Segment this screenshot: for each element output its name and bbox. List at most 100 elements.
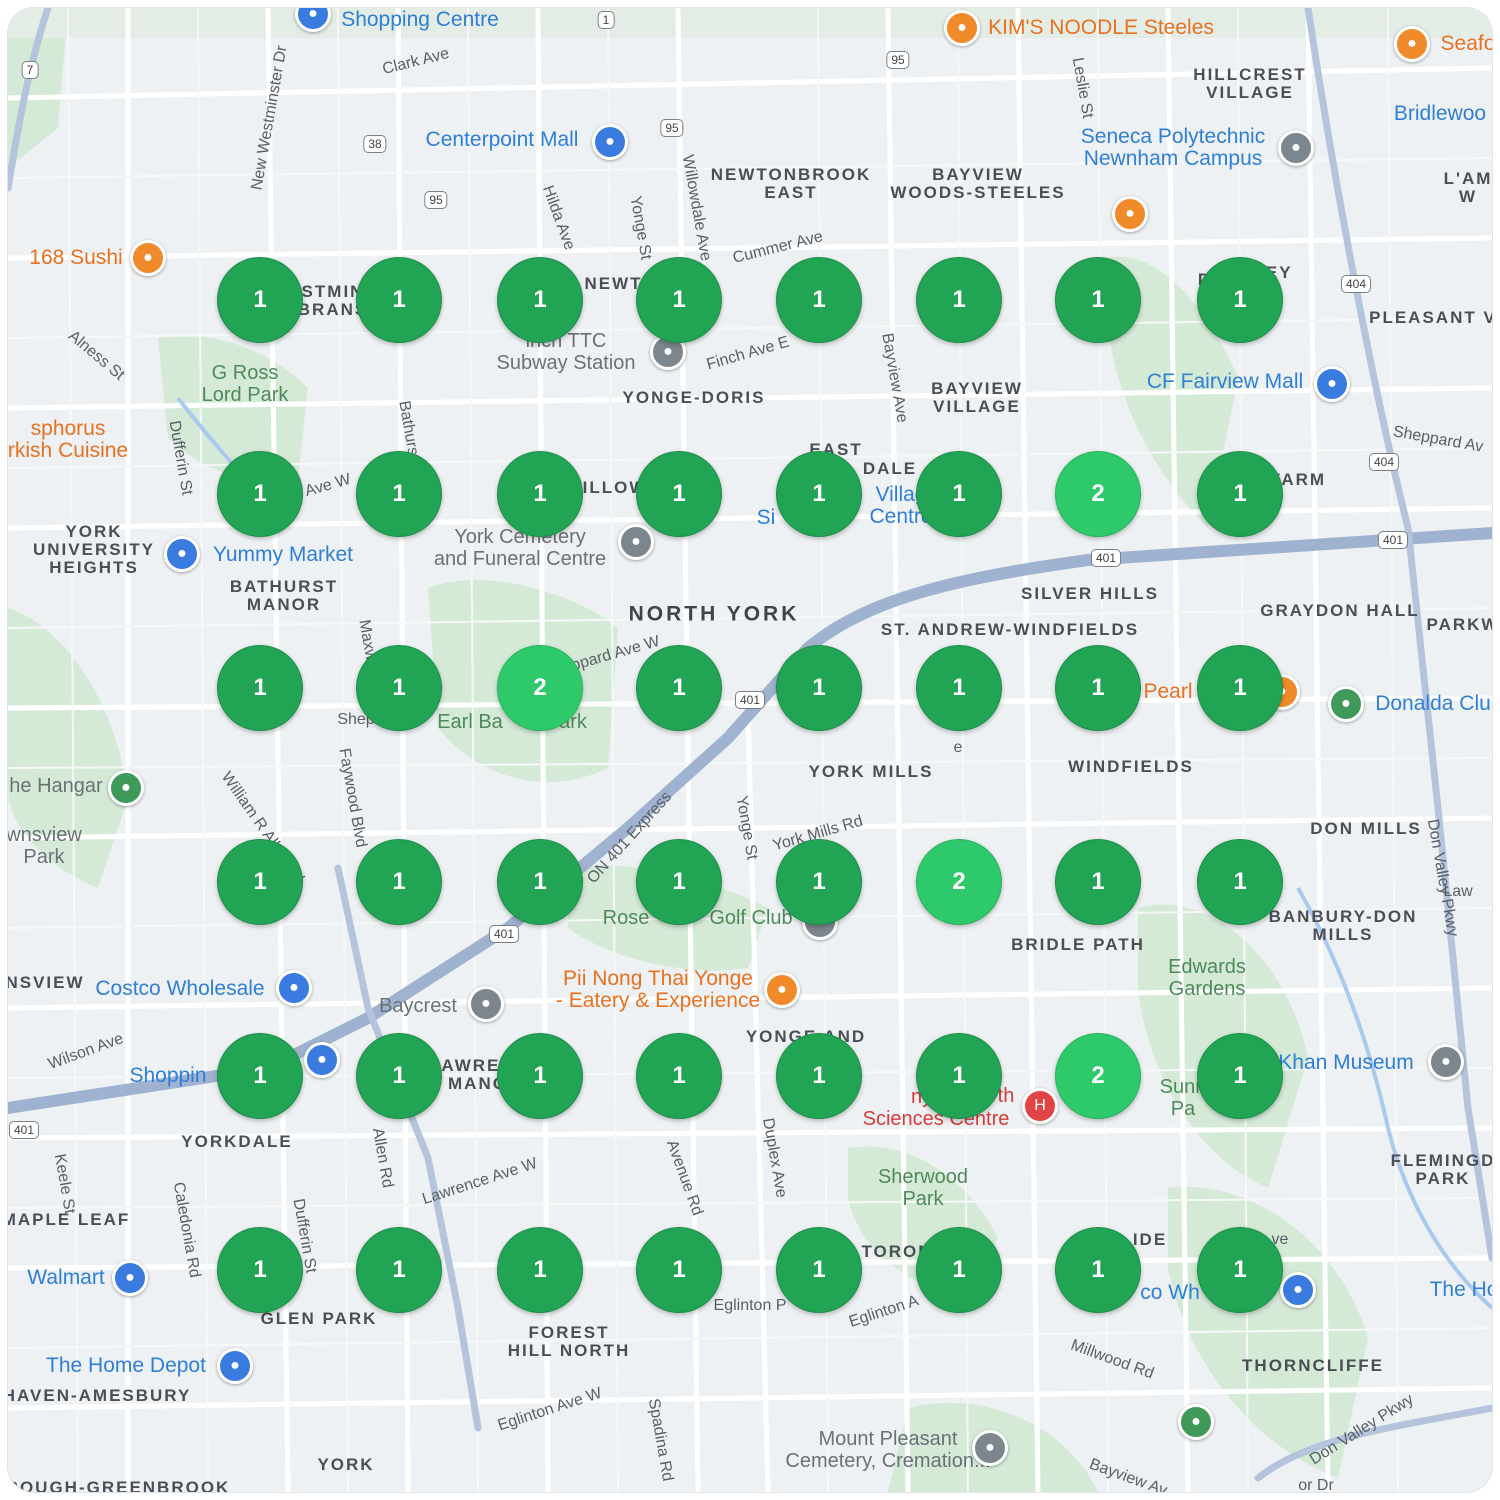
poi-label: Walmart	[27, 1266, 105, 1289]
golf-icon: ●	[1328, 686, 1364, 722]
cluster-marker[interactable]: 1	[1197, 1033, 1283, 1119]
cluster-marker[interactable]: 1	[497, 1033, 583, 1119]
cluster-marker[interactable]: 1	[776, 1227, 862, 1313]
cemetery-icon: ●	[972, 1430, 1008, 1466]
cluster-marker[interactable]: 1	[356, 1227, 442, 1313]
cluster-marker[interactable]: 1	[217, 839, 303, 925]
area-label: ROUGH-GREENBROOK	[8, 1478, 231, 1493]
cluster-marker[interactable]: 2	[1055, 1033, 1141, 1119]
cluster-marker[interactable]: 1	[217, 451, 303, 537]
cluster-marker[interactable]: 2	[916, 839, 1002, 925]
cluster-marker[interactable]: 1	[356, 451, 442, 537]
cluster-marker[interactable]: 1	[356, 645, 442, 731]
poi-label: co Wh	[1140, 1281, 1200, 1304]
cluster-marker[interactable]: 1	[916, 257, 1002, 343]
park-label: Rose	[602, 907, 650, 929]
cluster-marker[interactable]: 1	[1055, 1227, 1141, 1313]
poi-label: Shopping Centre	[341, 8, 499, 31]
cluster-marker[interactable]: 1	[497, 451, 583, 537]
cluster-marker[interactable]: 1	[776, 257, 862, 343]
restaurant-icon: ●	[764, 972, 800, 1008]
cluster-marker[interactable]: 2	[1055, 451, 1141, 537]
poi-label: Centerpoint Mall	[425, 128, 579, 151]
place-icon: ●	[468, 986, 504, 1022]
poi-label: Seneca Polytechnic Newnham Campus	[1080, 125, 1266, 170]
cluster-marker[interactable]: 1	[916, 645, 1002, 731]
cluster-marker[interactable]: 1	[776, 1033, 862, 1119]
highway-shield: 1	[597, 11, 615, 29]
cluster-marker[interactable]: 1	[217, 1227, 303, 1313]
cluster-marker[interactable]: 1	[497, 839, 583, 925]
area-label: ST. ANDREW-WINDFIELDS	[880, 620, 1140, 639]
cluster-marker[interactable]: 1	[1197, 257, 1283, 343]
cluster-marker[interactable]: 1	[1197, 451, 1283, 537]
shopping-bag-icon: ●	[592, 124, 628, 160]
shopping-bag-icon: ●	[1314, 366, 1350, 402]
poi-label: Costco Wholesale	[95, 977, 265, 1000]
cluster-marker[interactable]: 1	[636, 645, 722, 731]
area-label: BAYVIEW VILLAGE	[931, 379, 1023, 416]
cluster-marker[interactable]: 1	[217, 1033, 303, 1119]
area-label: NSVIEW	[8, 973, 85, 992]
museum-icon: ●	[1428, 1044, 1464, 1080]
cluster-marker[interactable]: 1	[217, 645, 303, 731]
area-label: YORK MILLS	[808, 762, 934, 781]
cluster-marker[interactable]: 1	[916, 1227, 1002, 1313]
cluster-marker[interactable]: 1	[497, 257, 583, 343]
place-label: wnsview Park	[8, 824, 82, 868]
area-label: DALE	[862, 459, 918, 478]
restaurant-label: Pii Nong Thai Yonge - Eatery & Experienc…	[555, 967, 761, 1012]
cluster-marker[interactable]: 1	[356, 839, 442, 925]
restaurant-label: KIM'S NOODLE Steeles	[988, 16, 1214, 39]
restaurant-icon: ●	[130, 240, 166, 276]
cluster-marker[interactable]: 1	[1055, 645, 1141, 731]
cluster-marker[interactable]: 1	[356, 1033, 442, 1119]
area-label: HILLCREST VILLAGE	[1193, 65, 1307, 102]
map-frame[interactable]: NEWTONBROOK EAST BAYVIEW WOODS-STEELES HIL…	[8, 8, 1492, 1492]
cluster-marker[interactable]: 1	[636, 1033, 722, 1119]
area-label: WINDFIELDS	[1068, 757, 1194, 776]
cluster-marker[interactable]: 1	[1197, 645, 1283, 731]
highway-shield: 404	[1340, 275, 1372, 293]
cluster-marker[interactable]: 1	[1055, 839, 1141, 925]
cluster-marker[interactable]: 1	[776, 839, 862, 925]
area-label: BAYVIEW WOODS-STEELES	[890, 165, 1066, 202]
cluster-marker[interactable]: 1	[497, 1227, 583, 1313]
place-pin-icon: ●	[108, 770, 144, 806]
park-label: G Ross Lord Park	[201, 362, 289, 406]
park-label: Edwards Gardens	[1168, 956, 1246, 1000]
cluster-marker[interactable]: 1	[1197, 1227, 1283, 1313]
cluster-marker[interactable]: 1	[776, 645, 862, 731]
area-label: BATHURST MANOR	[229, 577, 339, 614]
cluster-marker[interactable]: 1	[636, 257, 722, 343]
cluster-marker[interactable]: 1	[217, 257, 303, 343]
cluster-marker[interactable]: 1	[776, 451, 862, 537]
highway-shield: 404	[1368, 453, 1400, 471]
cluster-marker[interactable]: 1	[916, 1033, 1002, 1119]
area-label: NEWTONBROOK EAST	[710, 165, 872, 202]
area-label: PLEASANT VIE	[1369, 308, 1492, 327]
poi-label: Donalda Clu	[1375, 692, 1491, 715]
cluster-marker[interactable]: 1	[636, 839, 722, 925]
cluster-marker[interactable]: 1	[916, 451, 1002, 537]
cluster-marker[interactable]: 1	[1055, 257, 1141, 343]
poi-label: Si	[756, 506, 776, 529]
area-label: BRIDLE PATH	[1011, 935, 1145, 954]
restaurant-icon: ●	[944, 10, 980, 46]
area-label: SILVER HILLS	[1021, 584, 1159, 603]
cluster-marker[interactable]: 2	[497, 645, 583, 731]
highway-shield: 401	[488, 925, 520, 943]
cluster-marker[interactable]: 1	[636, 451, 722, 537]
restaurant-label: Seafo	[1440, 32, 1492, 55]
cluster-marker[interactable]: 1	[636, 1227, 722, 1313]
highway-shield: 401	[1377, 531, 1409, 549]
cluster-marker[interactable]: 1	[356, 257, 442, 343]
area-label: YORK UNIVERSITY HEIGHTS	[32, 522, 156, 577]
area-label: DON MILLS	[1310, 819, 1422, 838]
street-label: or Dr	[1298, 1477, 1334, 1493]
poi-label: Shoppin	[129, 1064, 207, 1087]
poi-label: CF Fairview Mall	[1146, 370, 1304, 393]
area-label: GRAYDON HALL	[1260, 601, 1420, 620]
cluster-marker[interactable]: 1	[1197, 839, 1283, 925]
poi-label: Bridlewoo	[1393, 102, 1487, 125]
